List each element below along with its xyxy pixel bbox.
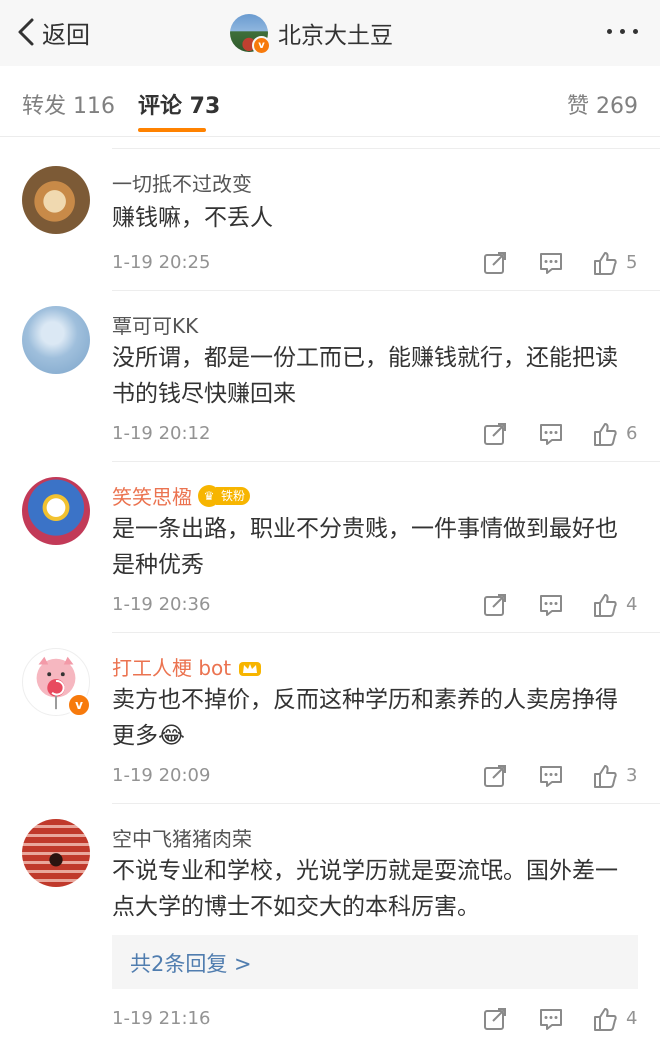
back-button[interactable]: 返回 (16, 14, 90, 50)
crown-icon (237, 656, 263, 678)
comment-time: 1-19 21:16 (112, 1008, 211, 1029)
page-title: 北京大土豆 (278, 23, 393, 49)
comment-icon[interactable] (538, 592, 564, 618)
comment-icon[interactable] (538, 763, 564, 789)
view-replies-label: 共2条回复 > (130, 952, 252, 976)
username-text: 笑笑思楹 (112, 485, 192, 509)
account-title[interactable]: v 北京大土豆 (230, 11, 393, 55)
repost-icon[interactable] (482, 421, 508, 447)
tab-active-indicator (138, 128, 206, 132)
comment-text: 卖方也不掉价，反而这种学历和素养的人卖房挣得更多😂 (112, 687, 618, 749)
comment-icon[interactable] (538, 421, 564, 447)
avatar[interactable] (22, 166, 90, 234)
nav-bar: 返回 v 北京大土豆 (0, 0, 660, 67)
comment-username[interactable]: 打工人梗 bot (112, 652, 263, 681)
like-icon[interactable] (592, 763, 618, 789)
chevron-left-icon (18, 18, 34, 46)
repost-icon[interactable] (482, 592, 508, 618)
avatar[interactable]: v (22, 648, 91, 717)
fan-badge: ♛ 铁粉 (198, 484, 251, 507)
avatar: v (230, 14, 271, 55)
tab-comment[interactable]: 评论 73 (138, 88, 220, 120)
comment-time: 1-19 20:12 (112, 423, 211, 444)
comment-username[interactable]: 空中飞猪猪肉荣 (112, 823, 252, 852)
like-count: 3 (626, 765, 638, 786)
tab-repost[interactable]: 转发 116 (22, 88, 115, 120)
avatar[interactable] (22, 819, 90, 887)
tab-bar: 转发 116 评论 73 赞 269 (0, 66, 660, 137)
comment-username[interactable]: 一切抵不过改变 (112, 168, 252, 197)
repost-icon[interactable] (482, 763, 508, 789)
verified-icon: v (67, 693, 91, 717)
avatar[interactable] (22, 477, 90, 545)
comment-icon[interactable] (538, 1006, 564, 1032)
fan-badge-label: 铁粉 (216, 486, 251, 505)
comment-time: 1-19 20:36 (112, 594, 211, 615)
comment-username[interactable]: 覃可可KK (112, 310, 198, 339)
like-icon[interactable] (592, 421, 618, 447)
like-count: 6 (626, 423, 638, 444)
comment-time: 1-19 20:25 (112, 252, 211, 273)
like-count: 5 (626, 252, 638, 273)
comment-text: 是一条出路，职业不分贵贱，一件事情做到最好也是种优秀 (112, 516, 618, 578)
like-icon[interactable] (592, 1006, 618, 1032)
like-icon[interactable] (592, 250, 618, 276)
tab-like[interactable]: 赞 269 (567, 88, 638, 120)
comment-time: 1-19 20:09 (112, 765, 211, 786)
username-text: 打工人梗 bot (112, 656, 232, 680)
back-label: 返回 (42, 20, 90, 49)
repost-icon[interactable] (482, 1006, 508, 1032)
verified-icon: v (252, 36, 271, 55)
like-count: 4 (626, 594, 638, 615)
repost-icon[interactable] (482, 250, 508, 276)
more-options-icon[interactable] (607, 29, 638, 34)
avatar[interactable] (22, 306, 90, 374)
view-replies-button[interactable]: 共2条回复 > (112, 935, 638, 989)
like-count: 4 (626, 1008, 638, 1029)
like-icon[interactable] (592, 592, 618, 618)
comment-text: 赚钱嘛，不丢人 (112, 205, 273, 231)
comment-text: 没所谓，都是一份工而已，能赚钱就行，还能把读书的钱尽快赚回来 (112, 345, 618, 407)
comment-username[interactable]: 笑笑思楹 ♛ 铁粉 (112, 481, 251, 510)
comment-text: 不说专业和学校，光说学历就是耍流氓。国外差一点大学的博士不如交大的本科厉害。 (112, 858, 618, 920)
comment-icon[interactable] (538, 250, 564, 276)
